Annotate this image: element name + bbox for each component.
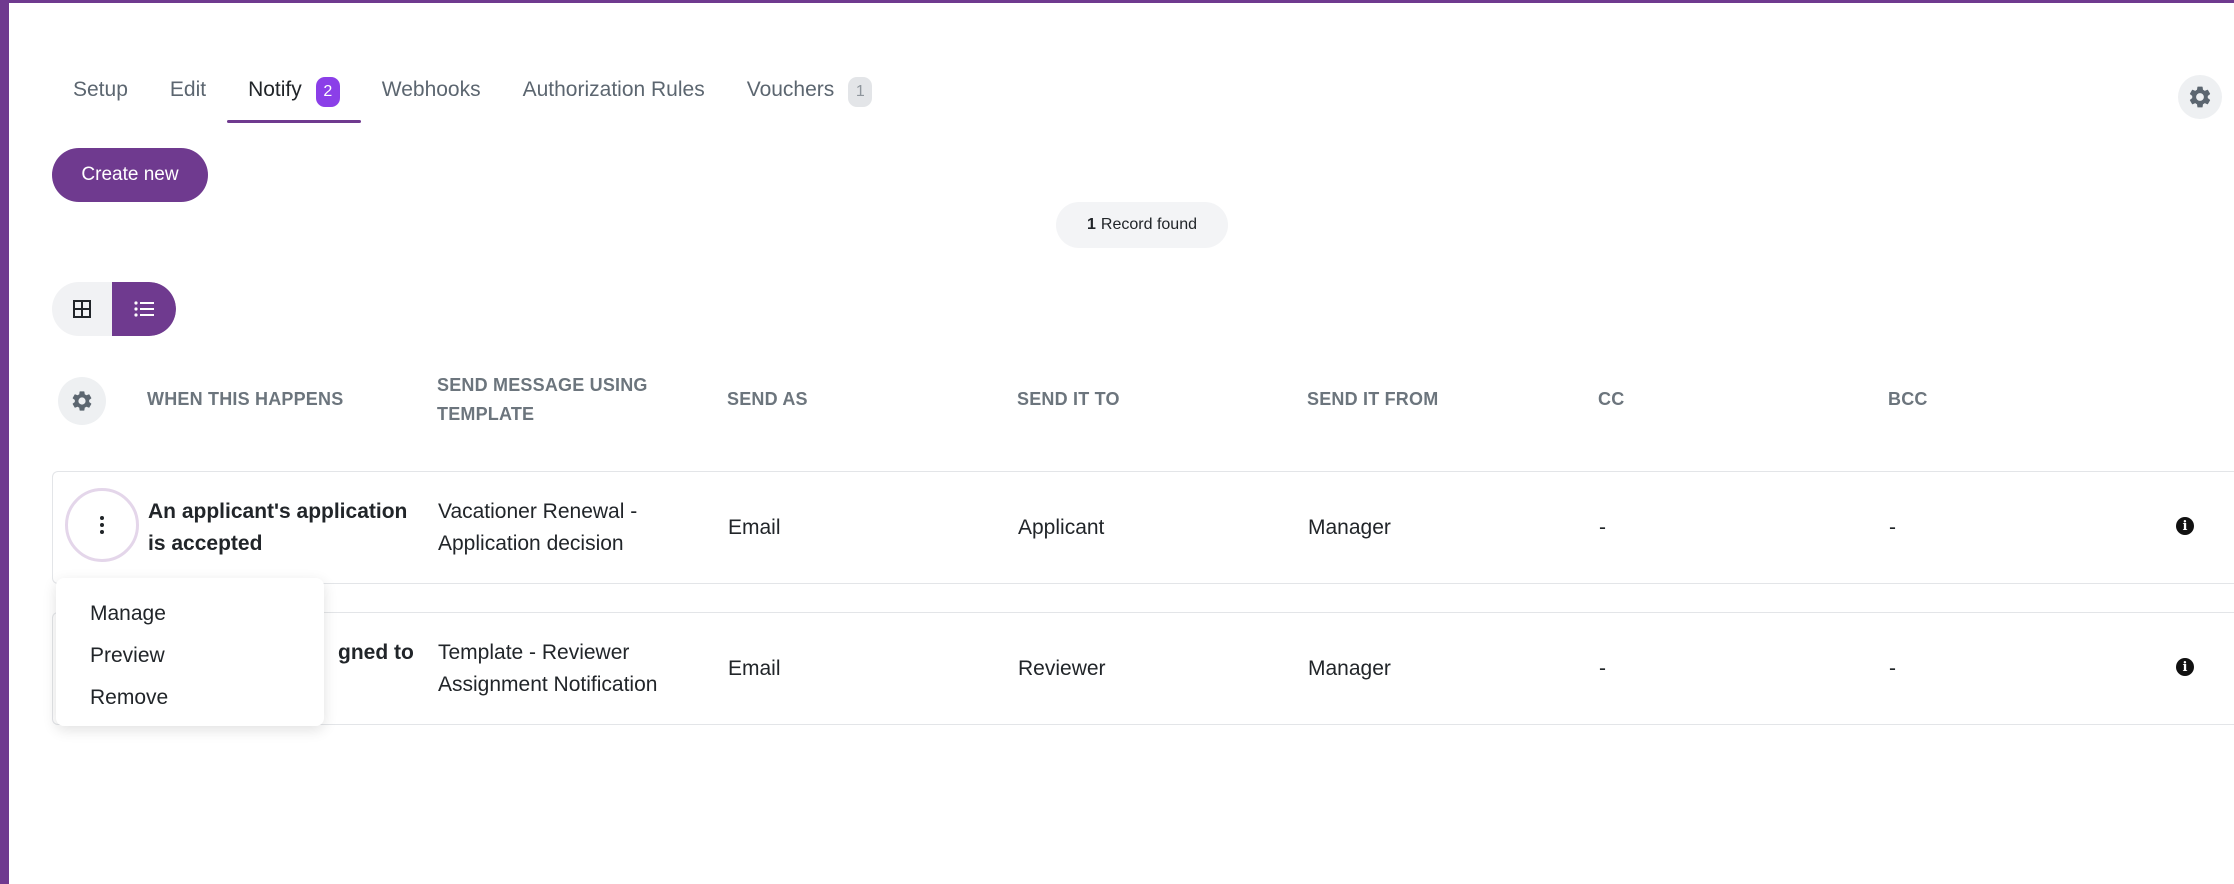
- tab-setup[interactable]: Setup: [52, 60, 149, 123]
- bcc-cell: -: [1889, 516, 1896, 539]
- column-header-template[interactable]: SEND MESSAGE USING TEMPLATE: [437, 371, 677, 429]
- info-icon[interactable]: i: [2176, 658, 2194, 676]
- send-to-cell: Reviewer: [1018, 657, 1106, 680]
- send-to-cell: Applicant: [1018, 516, 1105, 539]
- grid-icon: [73, 300, 91, 318]
- record-count-number: 1: [1087, 216, 1096, 233]
- tab-notify[interactable]: Notify 2: [227, 60, 361, 123]
- info-icon[interactable]: i: [2176, 517, 2194, 535]
- tab-label: Webhooks: [381, 78, 481, 101]
- send-as-cell: Email: [728, 657, 781, 680]
- tab-label: Vouchers: [746, 78, 835, 101]
- view-toggle: [52, 282, 176, 336]
- row-actions-menu: Manage Preview Remove: [56, 578, 324, 726]
- kebab-icon: [100, 516, 104, 534]
- tab-label: Setup: [73, 78, 128, 101]
- tab-authorization-rules[interactable]: Authorization Rules: [502, 60, 726, 123]
- cc-cell: -: [1599, 516, 1606, 539]
- row-actions-button[interactable]: [65, 488, 139, 562]
- event-text-line: is accepted: [148, 532, 263, 555]
- event-cell: An applicant's application is accepted: [148, 496, 407, 560]
- template-text-line: Application decision: [438, 532, 624, 555]
- event-text-line: An applicant's application: [148, 500, 408, 523]
- send-as-cell: Email: [728, 516, 781, 539]
- menu-item-remove[interactable]: Remove: [56, 677, 324, 719]
- notify-count-badge: 2: [315, 77, 340, 107]
- template-cell: Vacationer Renewal - Application decisio…: [438, 496, 637, 560]
- column-header-cc[interactable]: CC: [1598, 385, 1624, 414]
- template-text-line: Vacationer Renewal -: [438, 500, 638, 523]
- send-from-cell: Manager: [1308, 657, 1391, 680]
- event-text-line: gned to: [338, 641, 414, 664]
- top-accent-bar: [0, 0, 2234, 3]
- menu-item-manage[interactable]: Manage: [56, 593, 324, 635]
- column-header-bcc[interactable]: BCC: [1888, 385, 1928, 414]
- template-cell: Template - Reviewer Assignment Notificat…: [438, 637, 657, 701]
- tab-label: Edit: [169, 78, 207, 101]
- table-row[interactable]: An applicant's application is accepted V…: [52, 471, 2234, 584]
- bcc-cell: -: [1889, 657, 1896, 680]
- tab-label: Notify: [248, 78, 302, 101]
- column-header-send-it-from[interactable]: SEND IT FROM: [1307, 385, 1438, 414]
- event-cell: gned to: [338, 637, 414, 669]
- tab-label: Authorization Rules: [522, 78, 705, 101]
- list-view-button[interactable]: [112, 282, 176, 336]
- template-text-line: Template - Reviewer: [438, 641, 630, 664]
- create-new-button[interactable]: Create new: [52, 148, 208, 202]
- column-settings-button[interactable]: [58, 377, 106, 425]
- template-text-line: Assignment Notification: [438, 673, 658, 696]
- record-count: 1 Record found: [1056, 202, 1228, 248]
- gear-icon: [72, 391, 92, 411]
- tab-bar: Setup Edit Notify 2 Webhooks Authorizati…: [52, 60, 893, 123]
- menu-item-preview[interactable]: Preview: [56, 635, 324, 677]
- list-icon: [134, 301, 154, 317]
- table-row[interactable]: gned to Template - Reviewer Assignment N…: [52, 612, 2234, 725]
- tab-edit[interactable]: Edit: [149, 60, 227, 123]
- vouchers-count-badge: 1: [848, 77, 873, 107]
- column-header-send-as[interactable]: SEND AS: [727, 385, 808, 414]
- left-accent-bar: [0, 0, 9, 884]
- send-from-cell: Manager: [1308, 516, 1391, 539]
- settings-button[interactable]: [2178, 75, 2222, 119]
- tab-webhooks[interactable]: Webhooks: [361, 60, 502, 123]
- cc-cell: -: [1599, 657, 1606, 680]
- record-count-label: Record found: [1100, 216, 1197, 233]
- column-header-send-it-to[interactable]: SEND IT TO: [1017, 385, 1120, 414]
- tab-vouchers[interactable]: Vouchers 1: [726, 60, 894, 123]
- column-header-when-this-happens[interactable]: WHEN THIS HAPPENS: [147, 385, 343, 414]
- grid-view-button[interactable]: [52, 282, 112, 336]
- gear-icon: [2189, 86, 2211, 108]
